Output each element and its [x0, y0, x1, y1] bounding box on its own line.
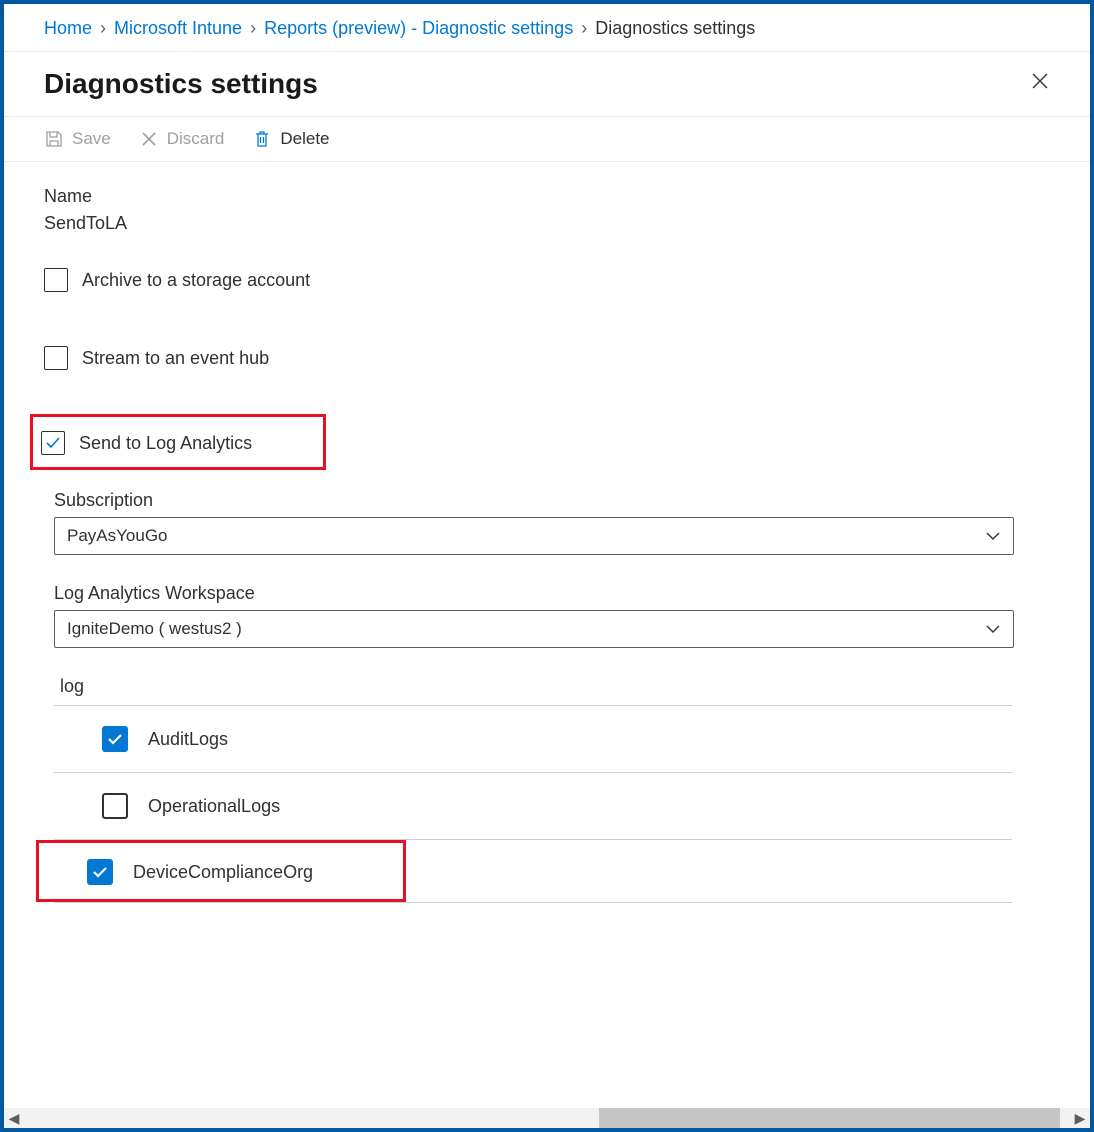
stream-checkbox[interactable]: [44, 346, 68, 370]
log-table: AuditLogs OperationalLogs DeviceComplian…: [54, 705, 1012, 903]
save-icon: [44, 129, 64, 149]
delete-button[interactable]: Delete: [252, 129, 329, 149]
scroll-right-icon[interactable]: ▶: [1070, 1108, 1090, 1128]
save-label: Save: [72, 129, 111, 149]
page-header: Diagnostics settings: [4, 52, 1090, 116]
breadcrumb-current: Diagnostics settings: [595, 18, 755, 39]
sendla-checkbox-row: Send to Log Analytics: [41, 431, 315, 455]
page-title: Diagnostics settings: [44, 68, 318, 100]
breadcrumb: Home › Microsoft Intune › Reports (previ…: [4, 4, 1090, 52]
archive-label: Archive to a storage account: [82, 270, 310, 291]
stream-label: Stream to an event hub: [82, 348, 269, 369]
breadcrumb-home[interactable]: Home: [44, 18, 92, 39]
log-header: log: [54, 676, 1050, 697]
discard-label: Discard: [167, 129, 225, 149]
subscription-select[interactable]: PayAsYouGo: [54, 517, 1014, 555]
log-checkbox-devicecomplianceorg[interactable]: [87, 859, 113, 885]
chevron-right-icon: ›: [100, 18, 106, 39]
highlight-send-to-la: Send to Log Analytics: [30, 414, 326, 470]
sendla-checkbox[interactable]: [41, 431, 65, 455]
chevron-down-icon: [985, 621, 1001, 637]
delete-icon: [252, 129, 272, 149]
log-label-devicecomplianceorg: DeviceComplianceOrg: [133, 862, 313, 883]
discard-icon: [139, 129, 159, 149]
log-label-auditlogs: AuditLogs: [148, 729, 228, 750]
archive-checkbox[interactable]: [44, 268, 68, 292]
stream-checkbox-row: Stream to an event hub: [44, 346, 1050, 370]
name-label: Name: [44, 186, 1050, 207]
workspace-select[interactable]: IgniteDemo ( westus2 ): [54, 610, 1014, 648]
log-checkbox-auditlogs[interactable]: [102, 726, 128, 752]
breadcrumb-intune[interactable]: Microsoft Intune: [114, 18, 242, 39]
log-label-operationallogs: OperationalLogs: [148, 796, 280, 817]
archive-checkbox-row: Archive to a storage account: [44, 268, 1050, 292]
workspace-label: Log Analytics Workspace: [54, 583, 1050, 604]
subscription-value: PayAsYouGo: [67, 526, 168, 546]
scrollbar-track[interactable]: [24, 1108, 1070, 1128]
close-icon[interactable]: [1030, 71, 1050, 97]
name-value: SendToLA: [44, 213, 1050, 234]
content-area: Name SendToLA Archive to a storage accou…: [4, 162, 1090, 903]
log-analytics-section: Subscription PayAsYouGo Log Analytics Wo…: [44, 490, 1050, 903]
discard-button[interactable]: Discard: [139, 129, 225, 149]
chevron-right-icon: ›: [250, 18, 256, 39]
horizontal-scrollbar[interactable]: ◀ ▶: [4, 1108, 1090, 1128]
chevron-right-icon: ›: [581, 18, 587, 39]
sendla-label: Send to Log Analytics: [79, 433, 252, 454]
toolbar: Save Discard Delete: [4, 116, 1090, 162]
scroll-left-icon[interactable]: ◀: [4, 1108, 24, 1128]
scrollbar-thumb[interactable]: [599, 1108, 1059, 1128]
delete-label: Delete: [280, 129, 329, 149]
chevron-down-icon: [985, 528, 1001, 544]
workspace-value: IgniteDemo ( westus2 ): [67, 619, 242, 639]
log-row-devicecomplianceorg: DeviceComplianceOrg: [54, 839, 1012, 903]
log-row-operationallogs: OperationalLogs: [54, 772, 1012, 839]
subscription-label: Subscription: [54, 490, 1050, 511]
breadcrumb-reports[interactable]: Reports (preview) - Diagnostic settings: [264, 18, 573, 39]
save-button[interactable]: Save: [44, 129, 111, 149]
log-checkbox-operationallogs[interactable]: [102, 793, 128, 819]
log-row-auditlogs: AuditLogs: [54, 705, 1012, 772]
